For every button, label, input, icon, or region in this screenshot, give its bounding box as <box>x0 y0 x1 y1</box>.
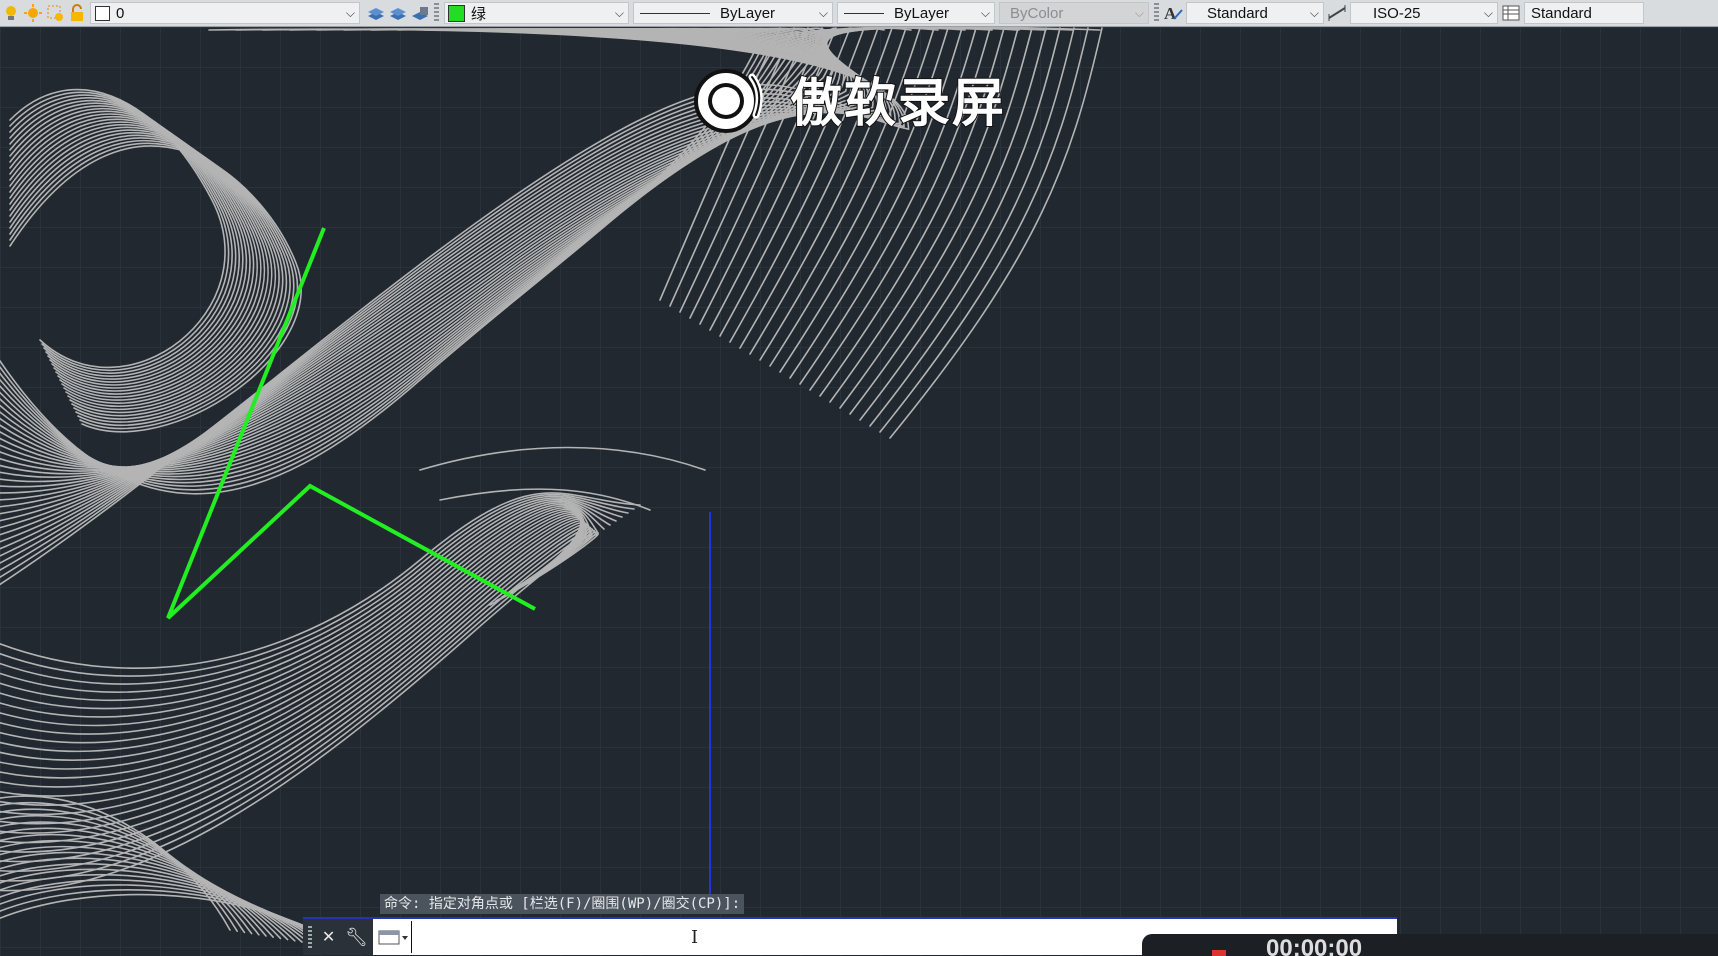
chevron-down-icon: ⌵ <box>614 6 624 20</box>
wrench-icon[interactable]: 🔧︎ <box>345 927 368 948</box>
layer-color-box <box>95 5 110 21</box>
layer-tools-icon[interactable] <box>366 3 386 23</box>
layer-bulb-icon[interactable] <box>1 3 21 23</box>
chevron-down-icon: ⌵ <box>345 6 355 20</box>
recorder-logo-icon <box>694 68 763 133</box>
command-history-line: 命令: 指定对角点或 [栏选(F)/圈围(WP)/圈交(CP)]: <box>380 894 745 914</box>
table-style-dropdown[interactable]: Standard <box>1524 2 1644 24</box>
table-style-label: Standard <box>1531 4 1592 22</box>
text-style-label: Standard <box>1207 4 1268 22</box>
close-icon[interactable]: ✕ <box>322 927 335 947</box>
line-sample <box>640 12 710 14</box>
plotstyle-label: ByColor <box>1010 4 1064 22</box>
recording-timer: 00:00:00 <box>1266 935 1363 956</box>
chevron-down-icon: ⌵ <box>1483 6 1493 20</box>
sun-icon[interactable] <box>23 3 43 23</box>
dim-style-dropdown[interactable]: ISO-25 ⌵ <box>1350 2 1498 24</box>
linetype-dropdown[interactable]: ByLayer ⌵ <box>633 2 833 24</box>
color-dropdown[interactable]: 绿 ⌵ <box>444 2 629 24</box>
dim-style-icon[interactable] <box>1327 3 1347 23</box>
color-label: 绿 <box>471 5 487 23</box>
layer-name: 0 <box>116 4 125 22</box>
text-cursor-icon: I <box>691 927 699 948</box>
recorder-status-strip: 00:00:00 <box>1142 934 1718 956</box>
grip-icon[interactable] <box>307 926 312 948</box>
layer-tools-icon[interactable] <box>388 3 408 23</box>
linetype-label: ByLayer <box>720 4 776 22</box>
plotstyle-dropdown: ByColor ⌵ <box>999 2 1149 24</box>
text-style-icon[interactable]: A <box>1163 3 1183 23</box>
dim-style-label: ISO-25 <box>1373 4 1421 22</box>
toolbar-grip[interactable] <box>1154 3 1159 23</box>
contour-map <box>0 27 1103 952</box>
command-menu-icon[interactable] <box>377 926 411 948</box>
chevron-down-icon: ⌵ <box>980 6 990 20</box>
layer-dropdown[interactable]: 0 ⌵ <box>90 2 360 24</box>
chevron-down-icon: ⌵ <box>818 6 828 20</box>
command-line-tools: ✕ 🔧︎ <box>303 919 373 955</box>
watermark-text: 傲软录屏 <box>789 73 1007 135</box>
color-swatch <box>448 4 465 22</box>
freeze-icon[interactable] <box>45 3 65 23</box>
lineweight-dropdown[interactable]: ByLayer ⌵ <box>837 2 995 24</box>
chevron-down-icon: ⌵ <box>1309 6 1319 20</box>
table-style-icon[interactable] <box>1501 3 1521 23</box>
lock-icon[interactable] <box>67 3 87 23</box>
recording-indicator-icon <box>1212 950 1226 956</box>
chevron-down-icon: ⌵ <box>1134 6 1144 20</box>
lineweight-label: ByLayer <box>894 4 950 22</box>
layer-tools-icon[interactable] <box>410 3 430 23</box>
text-style-dropdown[interactable]: Standard ⌵ <box>1186 2 1324 24</box>
line-sample <box>844 12 884 14</box>
toolbar-grip[interactable] <box>434 3 439 23</box>
drawing-canvas[interactable]: 傲软录屏 <box>0 27 1718 956</box>
properties-toolbar: 0 ⌵ 绿 ⌵ ByLayer ⌵ ByLayer ⌵ ByColor ⌵ A … <box>0 0 1718 27</box>
recorder-watermark: 傲软录屏 <box>690 61 1006 136</box>
